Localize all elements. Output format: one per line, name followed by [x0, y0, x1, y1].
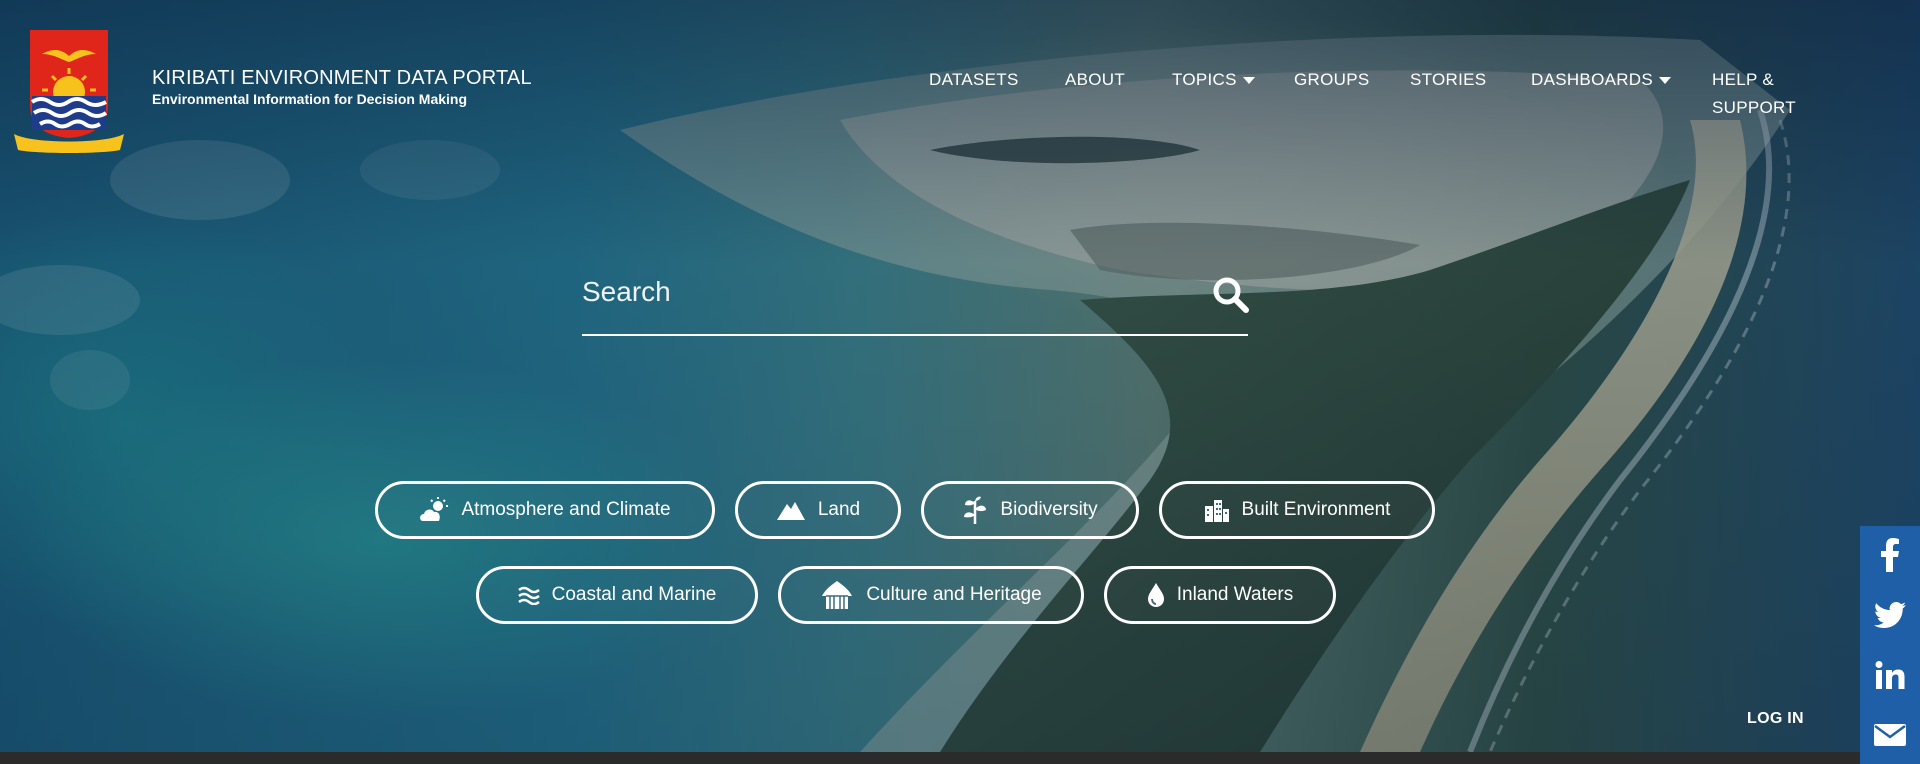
search-icon [1213, 277, 1249, 313]
facebook-share-button[interactable] [1860, 526, 1920, 584]
nav-about-label: ABOUT [1065, 70, 1126, 89]
email-icon [1874, 724, 1906, 746]
nav-help-label: HELP & [1712, 70, 1774, 89]
topic-built-environment[interactable]: Built Environment [1159, 481, 1435, 539]
topic-land[interactable]: Land [735, 481, 901, 539]
waves-icon [517, 586, 540, 605]
water-drop-icon [1147, 583, 1164, 607]
nav-stories[interactable]: STORIES [1410, 66, 1486, 94]
temple-icon [822, 581, 853, 609]
topic-label: Land [817, 499, 861, 520]
leaf-icon [964, 496, 987, 524]
search-underline [582, 334, 1248, 336]
nav-groups-label: GROUPS [1294, 70, 1370, 89]
mountain-icon [776, 502, 805, 520]
social-share-bar [1860, 526, 1920, 764]
topic-label: Inland Waters [1176, 584, 1294, 605]
topic-coastal-marine[interactable]: Coastal and Marine [476, 566, 758, 624]
topic-label: Coastal and Marine [551, 584, 717, 605]
topic-label: Built Environment [1241, 499, 1391, 520]
email-share-button[interactable] [1860, 706, 1920, 764]
topic-label: Biodiversity [1000, 499, 1098, 520]
topic-label: Atmosphere and Climate [461, 499, 671, 520]
search-button[interactable] [1212, 276, 1250, 314]
nav-groups[interactable]: GROUPS [1294, 66, 1369, 94]
nav-dashboards-label: DASHBOARDS [1531, 70, 1654, 89]
topic-label: Culture and Heritage [866, 584, 1042, 605]
nav-datasets-label: DATASETS [929, 70, 1019, 89]
linkedin-icon [1875, 661, 1905, 689]
search-bar [582, 268, 1250, 338]
twitter-icon [1874, 602, 1906, 628]
twitter-share-button[interactable] [1860, 586, 1920, 644]
nav-datasets[interactable]: DATASETS [929, 66, 1019, 94]
cloud-sun-icon [420, 497, 449, 521]
topic-culture-heritage[interactable]: Culture and Heritage [778, 566, 1084, 624]
nav-topics-label: TOPICS [1172, 70, 1237, 89]
nav-help-support[interactable]: HELP & SUPPORT [1712, 66, 1796, 122]
login-link[interactable]: LOG IN [1747, 710, 1804, 728]
facebook-icon [1881, 538, 1899, 572]
topic-biodiversity[interactable]: Biodiversity [921, 481, 1139, 539]
topic-atmosphere-climate[interactable]: Atmosphere and Climate [375, 481, 715, 539]
topic-inland-waters[interactable]: Inland Waters [1104, 566, 1336, 624]
chevron-down-icon [1659, 77, 1672, 85]
search-input[interactable] [582, 268, 1202, 316]
chevron-down-icon [1242, 77, 1255, 85]
nav-about[interactable]: ABOUT [1065, 66, 1125, 94]
nav-support-label: SUPPORT [1712, 98, 1796, 117]
nav-stories-label: STORIES [1410, 70, 1487, 89]
nav-dashboards[interactable]: DASHBOARDS [1531, 66, 1672, 94]
nav-topics[interactable]: TOPICS [1172, 66, 1255, 94]
main-navigation: DATASETS ABOUT TOPICS GROUPS STORIES DAS… [0, 66, 1920, 126]
footer-strip [0, 752, 1920, 764]
linkedin-share-button[interactable] [1860, 646, 1920, 704]
buildings-icon [1204, 500, 1229, 522]
